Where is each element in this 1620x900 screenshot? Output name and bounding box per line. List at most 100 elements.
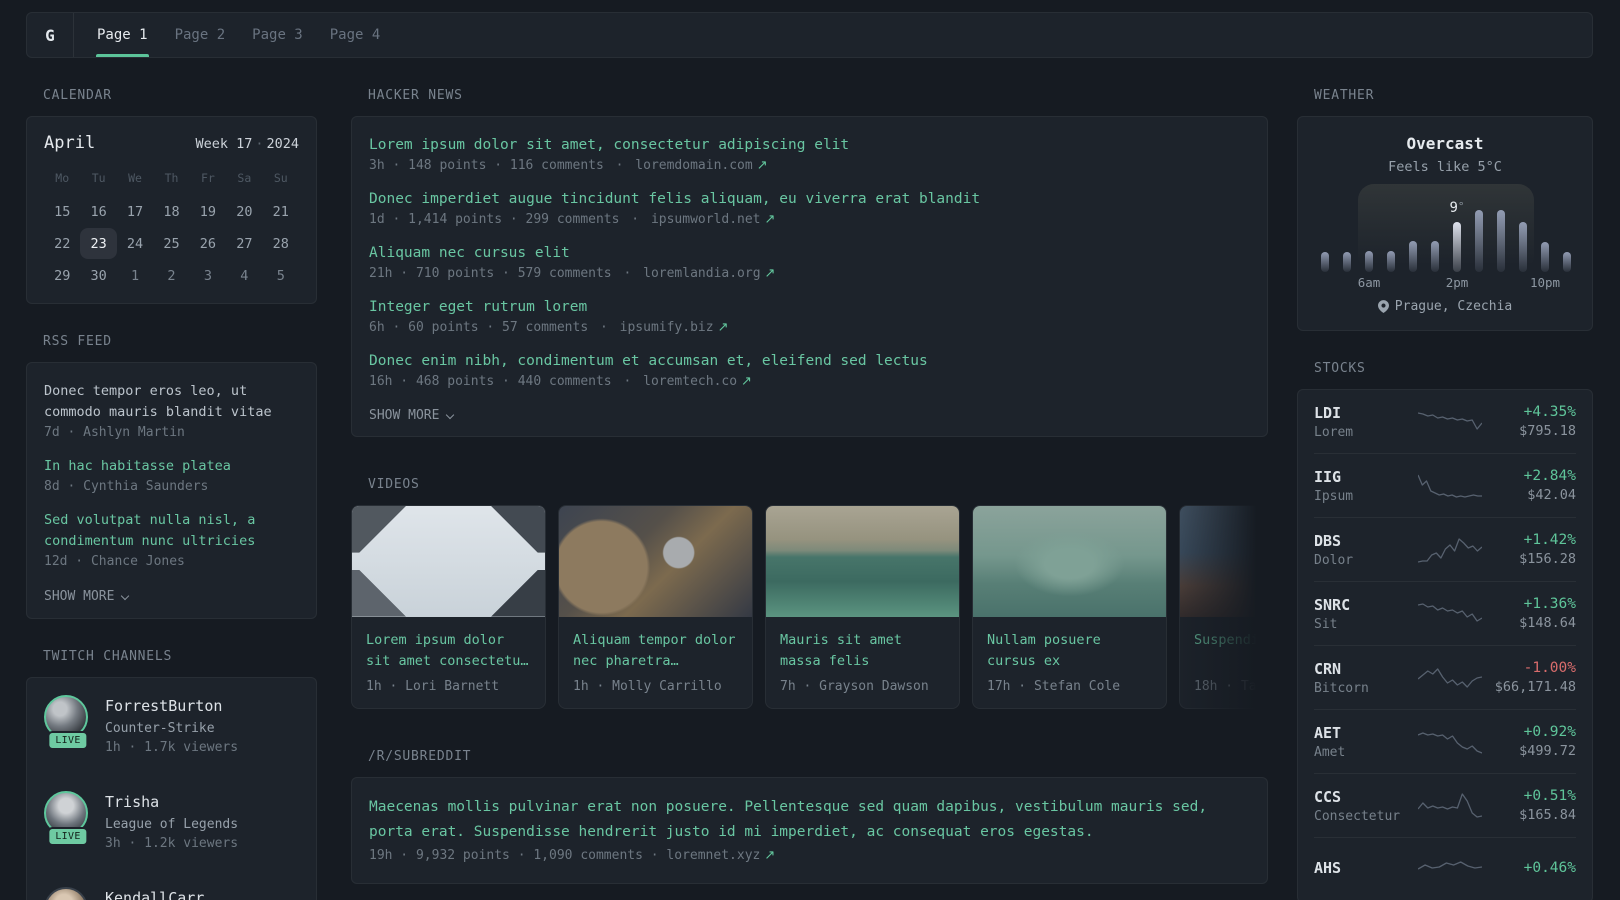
stock-change: +0.46% bbox=[1523, 860, 1576, 876]
twitch-avatar-wrap: LIVE bbox=[44, 695, 92, 755]
calendar-day[interactable]: 25 bbox=[153, 228, 189, 259]
calendar-year: 2024 bbox=[266, 136, 299, 152]
hackernews-item-title[interactable]: Donec imperdiet augue tincidunt felis al… bbox=[369, 188, 1250, 210]
hackernews-item-domain[interactable]: ipsumworld.net bbox=[651, 212, 761, 227]
calendar-day[interactable]: 23 bbox=[80, 228, 117, 259]
video-title[interactable]: Mauris sit amet massa felis bbox=[780, 630, 945, 672]
subreddit-post-domain[interactable]: loremnet.xyz bbox=[666, 848, 760, 863]
rss-item-title[interactable]: Sed volutpat nulla nisl, a condimentum n… bbox=[44, 510, 299, 552]
subreddit-card: Maecenas mollis pulvinar erat non posuer… bbox=[351, 777, 1268, 884]
rss-item-title[interactable]: Donec tempor eros leo, ut commodo mauris… bbox=[44, 381, 299, 423]
stock-values: +4.35% $795.18 bbox=[1482, 404, 1576, 439]
video-card[interactable]: Aliquam tempor dolor nec pharetra… 1h · … bbox=[558, 505, 753, 709]
twitch-channel-row[interactable]: LIVE Trisha League of Legends 3h · 1.2k … bbox=[44, 791, 299, 851]
hackernews-item-meta: 6h · 60 points · 57 comments · ipsumify.… bbox=[369, 320, 729, 335]
calendar-day[interactable]: 4 bbox=[226, 260, 262, 291]
rss-item-title[interactable]: In hac habitasse platea bbox=[44, 456, 299, 477]
page-tab[interactable]: Page 1 bbox=[96, 13, 149, 57]
calendar-day[interactable]: 18 bbox=[153, 196, 189, 227]
stock-values: +1.36% $148.64 bbox=[1482, 596, 1576, 631]
stock-identity: SNRC Sit bbox=[1314, 596, 1418, 632]
calendar-day[interactable]: 2 bbox=[153, 260, 189, 291]
calendar-day[interactable]: 22 bbox=[44, 228, 80, 259]
twitch-channel-row[interactable]: KendallCarr bbox=[44, 887, 299, 900]
hackernews-item-domain[interactable]: ipsumify.biz bbox=[620, 320, 714, 335]
twitch-channel-name[interactable]: ForrestBurton bbox=[105, 695, 238, 715]
avatar bbox=[44, 887, 88, 900]
hackernews-widget: HACKER NEWS Lorem ipsum dolor sit amet, … bbox=[351, 88, 1268, 437]
calendar-weekday: Fr bbox=[200, 171, 215, 185]
video-title[interactable]: Suspendisse diam bbox=[1194, 630, 1268, 672]
stock-row[interactable]: IIG Ipsum +2.84% $42.04 bbox=[1314, 454, 1576, 518]
stock-row[interactable]: SNRC Sit +1.36% $148.64 bbox=[1314, 582, 1576, 646]
video-card[interactable]: Suspendisse diam 18h · Tara bbox=[1179, 505, 1268, 709]
hackernews-item-meta: 1d · 1,414 points · 299 comments · ipsum… bbox=[369, 212, 776, 227]
stock-row[interactable]: CRN Bitcorn -1.00% $66,171.48 bbox=[1314, 646, 1576, 710]
subreddit-post-title[interactable]: Maecenas mollis pulvinar erat non posuer… bbox=[369, 795, 1250, 845]
rss-show-more-button[interactable]: SHOW MORE bbox=[44, 589, 130, 604]
calendar-day[interactable]: 21 bbox=[263, 196, 299, 227]
calendar-day[interactable]: 17 bbox=[117, 196, 153, 227]
video-title[interactable]: Lorem ipsum dolor sit amet consectetu… bbox=[366, 630, 531, 672]
page-tab[interactable]: Page 3 bbox=[251, 13, 304, 57]
calendar-day[interactable]: 26 bbox=[190, 228, 226, 259]
calendar-weekday: Su bbox=[273, 171, 288, 185]
videos-widget: VIDEOS Lorem ipsum dolor sit amet consec… bbox=[351, 477, 1268, 709]
hackernews-item-domain[interactable]: loremtech.co bbox=[643, 374, 737, 389]
calendar-day[interactable]: 27 bbox=[226, 228, 262, 259]
stock-name: Consectetur bbox=[1314, 808, 1401, 824]
video-title[interactable]: Nullam posuere cursus ex bbox=[987, 630, 1152, 672]
stock-price: $165.84 bbox=[1519, 807, 1576, 823]
calendar-day[interactable]: 16 bbox=[80, 196, 116, 227]
calendar-day[interactable]: 19 bbox=[190, 196, 226, 227]
video-card[interactable]: Lorem ipsum dolor sit amet consectetu… 1… bbox=[351, 505, 546, 709]
hackernews-item-title[interactable]: Donec enim nibh, condimentum et accumsan… bbox=[369, 350, 1250, 372]
page-tab[interactable]: Page 2 bbox=[174, 13, 227, 57]
page-tab[interactable]: Page 4 bbox=[329, 13, 382, 57]
video-card-body: Aliquam tempor dolor nec pharetra… 1h · … bbox=[559, 617, 752, 708]
stock-row[interactable]: AHS +0.46% bbox=[1314, 838, 1576, 900]
stock-row[interactable]: AET Amet +0.92% $499.72 bbox=[1314, 710, 1576, 774]
twitch-channel-name[interactable]: Trisha bbox=[105, 791, 238, 811]
calendar-day[interactable]: 24 bbox=[117, 228, 153, 259]
app-logo[interactable]: G bbox=[27, 13, 74, 57]
stock-values: +0.46% bbox=[1482, 860, 1576, 879]
hackernews-item-title[interactable]: Lorem ipsum dolor sit amet, consectetur … bbox=[369, 134, 1250, 156]
stock-row[interactable]: DBS Dolor +1.42% $156.28 bbox=[1314, 518, 1576, 582]
daylight-span bbox=[1358, 184, 1534, 272]
rss-item: In hac habitasse platea 8d · Cynthia Sau… bbox=[44, 456, 299, 494]
calendar-weekday: Sa bbox=[237, 171, 252, 185]
hackernews-item: Donec enim nibh, condimentum et accumsan… bbox=[369, 350, 1250, 389]
videos-carousel: Lorem ipsum dolor sit amet consectetu… 1… bbox=[351, 505, 1268, 709]
video-card[interactable]: Nullam posuere cursus ex 17h · Stefan Co… bbox=[972, 505, 1167, 709]
twitch-channel-row[interactable]: LIVE ForrestBurton Counter-Strike 1h · 1… bbox=[44, 695, 299, 755]
hackernews-show-more-button[interactable]: SHOW MORE bbox=[369, 408, 455, 423]
calendar-day[interactable]: 29 bbox=[44, 260, 80, 291]
stock-row[interactable]: LDI Lorem +4.35% $795.18 bbox=[1314, 390, 1576, 454]
video-thumbnail bbox=[559, 506, 752, 617]
stock-change: +4.35% bbox=[1523, 404, 1576, 420]
stock-price: $795.18 bbox=[1519, 423, 1576, 439]
hackernews-item-title[interactable]: Integer eget rutrum lorem bbox=[369, 296, 1250, 318]
video-card[interactable]: Mauris sit amet massa felis 7h · Grayson… bbox=[765, 505, 960, 709]
weather-location-row: Prague, Czechia bbox=[1314, 299, 1576, 314]
stock-sparkline bbox=[1418, 731, 1482, 754]
hackernews-item-domain[interactable]: loremdomain.com bbox=[635, 158, 752, 173]
video-thumbnail bbox=[973, 506, 1166, 617]
hackernews-item-domain[interactable]: loremlandia.org bbox=[643, 266, 760, 281]
calendar-week-year: Week 17 · 2024 bbox=[195, 136, 299, 152]
stock-sparkline bbox=[1418, 537, 1482, 563]
weather-current-temp: 9° bbox=[1449, 200, 1465, 216]
stock-row[interactable]: CCS Consectetur +0.51% $165.84 bbox=[1314, 774, 1576, 838]
hackernews-item-title[interactable]: Aliquam nec cursus elit bbox=[369, 242, 1250, 264]
twitch-channel-info: KendallCarr bbox=[105, 887, 204, 900]
calendar-day[interactable]: 5 bbox=[263, 260, 299, 291]
twitch-channel-name[interactable]: KendallCarr bbox=[105, 887, 204, 900]
calendar-day[interactable]: 3 bbox=[190, 260, 226, 291]
video-title[interactable]: Aliquam tempor dolor nec pharetra… bbox=[573, 630, 738, 672]
calendar-day[interactable]: 28 bbox=[263, 228, 299, 259]
calendar-day[interactable]: 15 bbox=[44, 196, 80, 227]
calendar-day[interactable]: 20 bbox=[226, 196, 262, 227]
calendar-day[interactable]: 30 bbox=[80, 260, 116, 291]
calendar-day[interactable]: 1 bbox=[117, 260, 153, 291]
